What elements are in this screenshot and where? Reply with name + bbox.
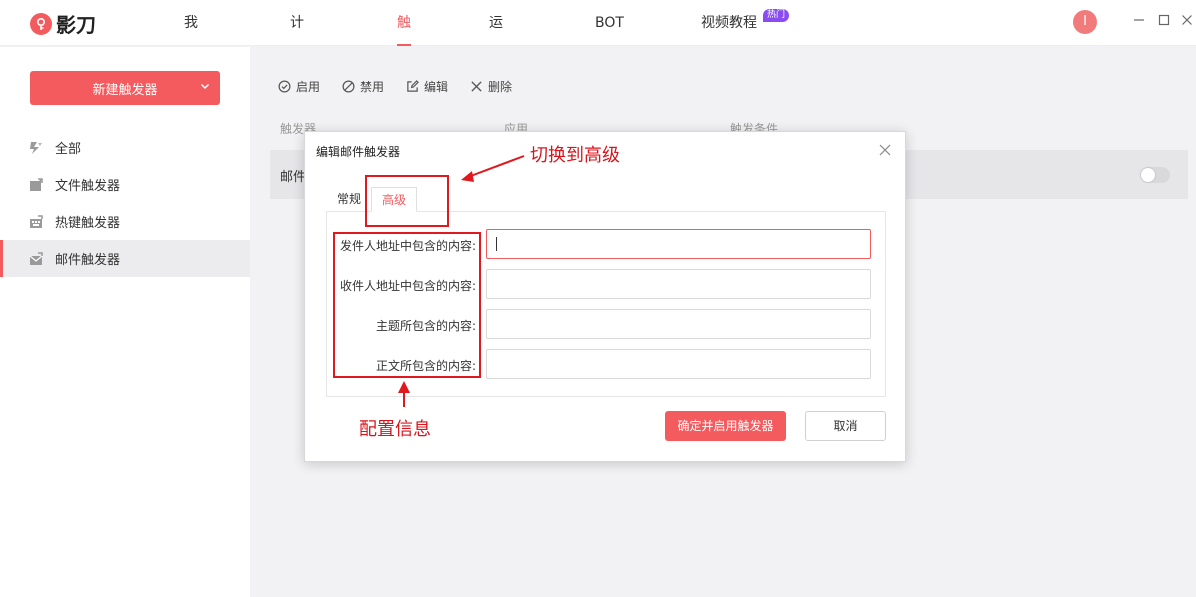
edit-mail-trigger-dialog: 编辑邮件触发器 常规 高级 发件人地址中包含的内容: 收件人地址中包含的内容: … <box>304 131 906 462</box>
logo-text: 影刀 <box>56 13 96 37</box>
close-icon[interactable] <box>879 141 891 160</box>
maximize-icon[interactable] <box>1157 14 1171 28</box>
new-trigger-label: 新建触发器 <box>92 82 158 98</box>
sidebar: 新建触发器 全部 文件触发器 热键触发器 邮件触发器 <box>0 47 250 597</box>
enable-label: 启用 <box>296 80 321 94</box>
close-icon <box>471 81 482 92</box>
user-avatar[interactable]: I <box>1073 10 1097 34</box>
nav-item-my-apps[interactable]: 我的应用 <box>184 0 198 169</box>
trigger-type-list: 全部 文件触发器 热键触发器 邮件触发器 <box>0 129 250 277</box>
recipient-filter-input[interactable] <box>486 269 871 299</box>
keyboard-icon <box>28 214 44 230</box>
sidebar-item-label: 热键触发器 <box>55 216 121 231</box>
delete-label: 删除 <box>488 80 513 94</box>
edit-label: 编辑 <box>424 80 449 94</box>
new-trigger-button[interactable]: 新建触发器 <box>30 71 220 105</box>
dialog-title: 编辑邮件触发器 <box>316 145 401 159</box>
nav-item-video-label: 视频教程 <box>701 15 757 31</box>
sidebar-item-label: 全部 <box>55 142 82 157</box>
top-bar: 影刀 我的应用 计划执行 触发器 运行日志 BOT市场 视频教程 热门 I <box>0 0 1196 169</box>
edit-icon <box>407 80 419 92</box>
chevron-down-icon[interactable] <box>200 80 210 94</box>
sender-filter-input[interactable] <box>486 229 871 259</box>
dialog-tabs: 常规 高级 <box>327 187 418 212</box>
recipient-filter-label: 收件人地址中包含的内容: <box>339 279 476 293</box>
edit-button[interactable]: 编辑 <box>406 78 448 95</box>
trigger-name: 邮件 <box>280 170 307 185</box>
ban-icon <box>342 80 355 93</box>
body-filter-input[interactable] <box>486 349 871 379</box>
nav-item-bot-market[interactable]: BOT市场 <box>595 0 624 77</box>
tab-general[interactable]: 常规 <box>327 187 371 212</box>
sidebar-item-hotkey[interactable]: 热键触发器 <box>0 203 250 240</box>
sender-filter-label: 发件人地址中包含的内容: <box>339 239 476 253</box>
hot-badge: 热门 <box>762 9 789 22</box>
nav-item-triggers[interactable]: 触发器 <box>397 0 411 123</box>
close-window-icon[interactable] <box>1180 14 1194 28</box>
annotation-config-info: 配置信息 <box>359 419 431 440</box>
nav-item-run-log[interactable]: 运行日志 <box>489 0 503 169</box>
annotation-switch-tab: 切换到高级 <box>530 145 620 166</box>
mail-icon <box>28 251 44 267</box>
minimize-icon[interactable] <box>1132 14 1146 28</box>
sidebar-item-label: 邮件触发器 <box>55 253 121 268</box>
enable-toggle[interactable] <box>1140 167 1170 183</box>
sidebar-item-label: 文件触发器 <box>55 179 121 194</box>
nav-item-video-tutorial[interactable]: 视频教程 热门 <box>701 0 789 46</box>
confirm-enable-button[interactable]: 确定并启用触发器 <box>665 411 786 441</box>
nav-item-schedule[interactable]: 计划执行 <box>290 0 304 169</box>
disable-button[interactable]: 禁用 <box>342 78 384 95</box>
logo-icon <box>30 12 52 35</box>
disable-label: 禁用 <box>360 80 385 94</box>
sidebar-item-file[interactable]: 文件触发器 <box>0 166 250 203</box>
cancel-button[interactable]: 取消 <box>805 411 886 441</box>
check-circle-icon <box>278 80 291 93</box>
body-filter-label: 正文所包含的内容: <box>375 359 476 373</box>
sidebar-item-mail[interactable]: 邮件触发器 <box>0 240 250 277</box>
lightning-icon <box>28 140 44 156</box>
subject-filter-input[interactable] <box>486 309 871 339</box>
enable-button[interactable]: 启用 <box>278 78 320 95</box>
subject-filter-label: 主题所包含的内容: <box>375 319 476 333</box>
text-cursor <box>496 237 497 251</box>
delete-button[interactable]: 删除 <box>470 78 512 95</box>
app-logo: 影刀 <box>30 9 96 38</box>
file-icon <box>28 177 44 193</box>
toolbar: 启用 禁用 编辑 删除 <box>278 78 512 95</box>
sidebar-item-all[interactable]: 全部 <box>0 129 250 166</box>
tab-advanced[interactable]: 高级 <box>371 187 418 212</box>
advanced-panel: 发件人地址中包含的内容: 收件人地址中包含的内容: 主题所包含的内容: 正文所包… <box>326 211 886 397</box>
